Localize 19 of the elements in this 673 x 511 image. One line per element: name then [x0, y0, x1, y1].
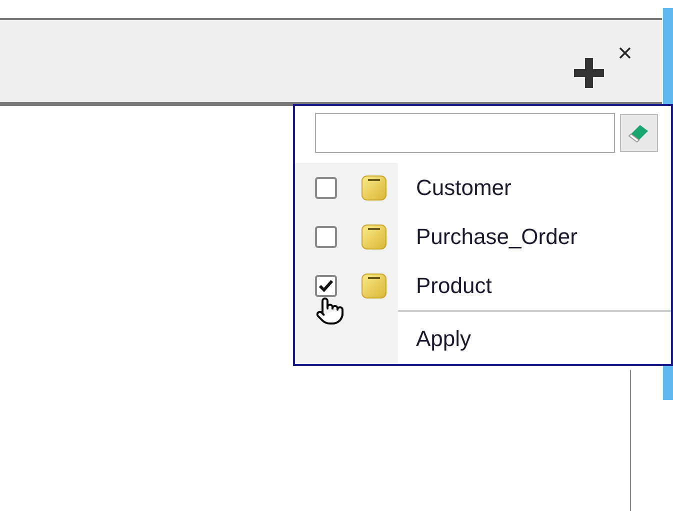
add-button[interactable]: [572, 56, 606, 90]
checkmark-icon: [318, 278, 334, 292]
close-button[interactable]: [618, 46, 632, 60]
checkbox[interactable]: [315, 226, 337, 248]
item-label: Customer: [415, 174, 512, 202]
clear-button[interactable]: [620, 114, 658, 152]
checkbox[interactable]: [315, 274, 337, 296]
search-field[interactable]: [315, 113, 615, 153]
eraser-icon: [628, 123, 650, 143]
list-item[interactable]: Customer: [295, 163, 671, 212]
apply-button[interactable]: Apply: [416, 322, 472, 354]
item-label: Purchase_Order: [415, 223, 578, 251]
item-label: Product: [415, 272, 492, 300]
table-icon: [361, 272, 387, 298]
checkbox[interactable]: [315, 176, 337, 198]
list-item[interactable]: Purchase_Order: [295, 212, 671, 261]
table-icon: [361, 224, 387, 250]
list-item[interactable]: Product: [295, 261, 671, 310]
table-icon: [361, 174, 387, 200]
